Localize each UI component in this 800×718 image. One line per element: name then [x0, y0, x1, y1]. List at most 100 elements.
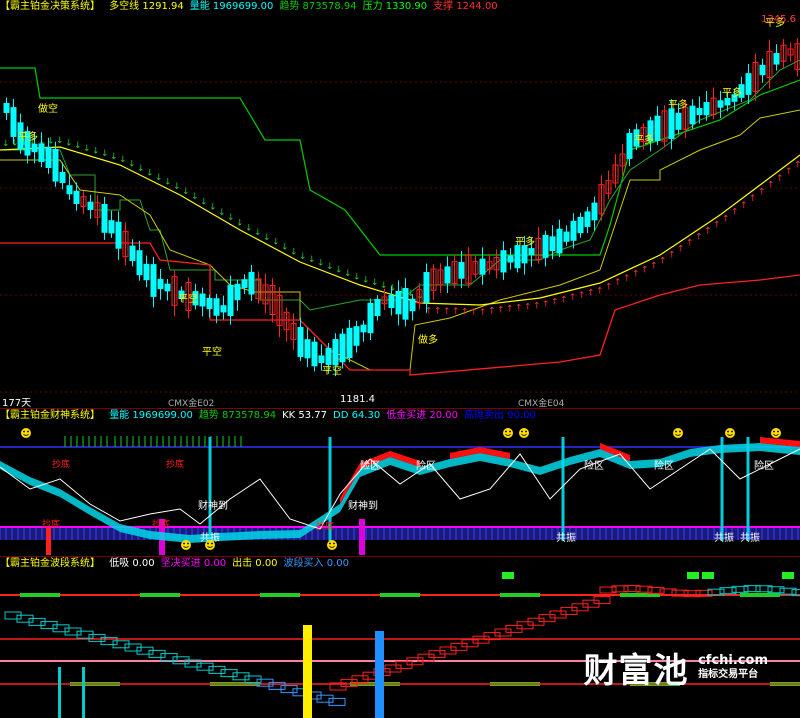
contract-label-e04: CMX金E04 [518, 399, 565, 408]
wealth-panel-header: 【霸主铂金财神系统】 量能 1969699.00 趋势 873578.94 KK 5… [0, 409, 548, 423]
candle-body [143, 263, 150, 281]
candle-body [388, 294, 395, 309]
long-arrow: ↑ [776, 174, 784, 184]
candle-body [136, 250, 143, 276]
oscillator-chart[interactable]: 险区 险区 险区 险区 险区共振 共振 共振 共振财神到 财神到抄底 抄底抄底 抄底 抄底 [0, 409, 800, 556]
band-chart[interactable] [0, 557, 800, 718]
candle-body [563, 231, 570, 242]
price-low-label: 1181.4 [340, 394, 375, 405]
smiley-icon [519, 428, 529, 438]
candle-body [311, 341, 318, 367]
decision-panel[interactable]: ↓ ↓ ↓ ↓ ↓ ↓ ↓ ↓ ↓ ↓ ↓ ↓ ↓ ↓ ↓ ↓ ↓ ↓ ↓ ↓ ↓ ↓ ↓ ↓ ↓ ↓ ↓ ↓ ↓ ↓ ↓ ↓ ↓ ↓ ↓ ↓ ↓ ↓ ↓ ↓… [0, 0, 800, 408]
watermark-brand: 财富池 [583, 651, 689, 691]
smiley-icon [725, 428, 735, 438]
long-arrow: ↑ [614, 278, 622, 288]
long-arrow: ↑ [695, 233, 703, 243]
smiley-icon [205, 540, 215, 550]
buy-label: 抄底 [52, 458, 70, 470]
candle-body [115, 221, 122, 249]
flat-long-label: 平多 [18, 130, 38, 143]
long-arrow: ↑ [524, 303, 532, 313]
short-arrow: ↓ [236, 218, 244, 228]
candle-body [234, 283, 241, 301]
flat-short-label: 平空 [202, 345, 222, 358]
band-item: 波段买入 0.00 [283, 558, 349, 569]
short-arrow: ↓ [92, 147, 100, 157]
candle-body [423, 272, 430, 303]
buy-signal-bar [359, 519, 365, 555]
short-arrow: ↓ [146, 169, 154, 179]
band-green-seg [500, 593, 540, 597]
candle-body [689, 105, 696, 125]
risk-zone-label: 险区 [754, 459, 774, 472]
short-arrow: ↓ [371, 278, 379, 288]
long-arrow: ↑ [434, 307, 442, 317]
candle-body [59, 172, 66, 183]
candle-body [367, 302, 374, 334]
band-panel[interactable]: 【霸主铂金波段系统】 低吸 0.00 坚决买进 0.00 出击 0.00 波段买入 0… [0, 557, 800, 718]
candle-body [31, 143, 38, 153]
candle-body [626, 133, 633, 159]
wealth-panel[interactable]: 险区 险区 险区 险区 险区 共振 共振 共振 共振 财神到 财神到 抄底 抄底 抄底 抄底 抄底 【霸主铂金… [0, 409, 800, 556]
candle-body [542, 234, 549, 258]
smiley-eye [509, 430, 511, 433]
long-arrow: ↑ [569, 293, 577, 303]
candle-body [157, 278, 164, 290]
price-high-label: 1345.6 [761, 14, 796, 25]
price-chart[interactable]: ↓ ↓ ↓ ↓ ↓ ↓ ↓ ↓ ↓ ↓ ↓ ↓ ↓ ↓ ↓ ↓ ↓ ↓ ↓ ↓↓↓↓↓↓↓ ↓ ↓ ↓ ↓ ↓ ↓ ↓ ↓ ↓ ↓ ↓ ↓ ↓ ↓… [0, 0, 800, 408]
short-arrow: ↓ [74, 141, 82, 151]
dd-ribbon-red [340, 451, 420, 504]
candle-body [402, 288, 409, 320]
watermark-domain: cfchi.com [698, 652, 768, 668]
short-arrow: ↓ [110, 152, 118, 162]
smiley-icon [503, 428, 513, 438]
long-arrow: ↑ [704, 227, 712, 237]
short-arrow: ↓ [155, 173, 163, 183]
long-arrow: ↑ [794, 160, 800, 170]
short-arrow: ↓ [272, 238, 280, 248]
smiley-eye [333, 542, 335, 545]
candle-body [87, 201, 94, 210]
short-arrow: ↓ [344, 269, 352, 279]
candle-body [675, 112, 682, 130]
flat-long-label: 平多 [668, 98, 688, 111]
candle-body [66, 185, 73, 195]
candle-body [514, 245, 521, 269]
smiley-eye [521, 430, 523, 433]
smiley-eye [505, 430, 507, 433]
short-arrow: ↓ [389, 284, 397, 294]
candle-body [339, 333, 346, 363]
resonance-label: 共振 [740, 531, 760, 544]
candle-body [591, 202, 598, 221]
long-arrow: ↑ [542, 300, 550, 310]
long-arrow: ↑ [551, 298, 559, 308]
resonance-label: 共振 [714, 531, 734, 544]
low-buy-bar [82, 667, 85, 718]
band-panel-values: 低吸 0.00 坚决买进 0.00 出击 0.00 波段买入 0.00 [109, 558, 355, 569]
short-arrow: ↓ [200, 197, 208, 207]
candle-body [129, 245, 136, 262]
candle-body [577, 216, 584, 234]
long-arrow: ↑ [596, 286, 604, 296]
smiley-eye [207, 542, 209, 545]
risk-zone-label: 险区 [360, 459, 380, 472]
flat-long-label: 平多 [634, 133, 654, 146]
smiley-eye [27, 430, 29, 433]
decision-item: 趋势 873578.94 [279, 1, 357, 12]
long-arrow: ↑ [533, 301, 541, 311]
decision-item: 支撑 1244.00 [433, 1, 498, 12]
candle-body [318, 355, 325, 364]
smiley-icon [771, 428, 781, 438]
smiley-eye [679, 430, 681, 433]
smiley-eye [773, 430, 775, 433]
wealth-item: DD 64.30 [333, 410, 381, 421]
smiley-eye [329, 542, 331, 545]
candle-body [500, 250, 507, 273]
watermark: 财富池 cfchi.com 指标交易平台 [584, 643, 768, 692]
short-arrow: ↓ [290, 247, 298, 257]
candle-body [360, 324, 367, 333]
contract-label-e02: CMX金E02 [168, 399, 215, 408]
long-arrow: ↑ [452, 307, 460, 317]
candle-body [304, 339, 311, 359]
smiley-eye [727, 430, 729, 433]
